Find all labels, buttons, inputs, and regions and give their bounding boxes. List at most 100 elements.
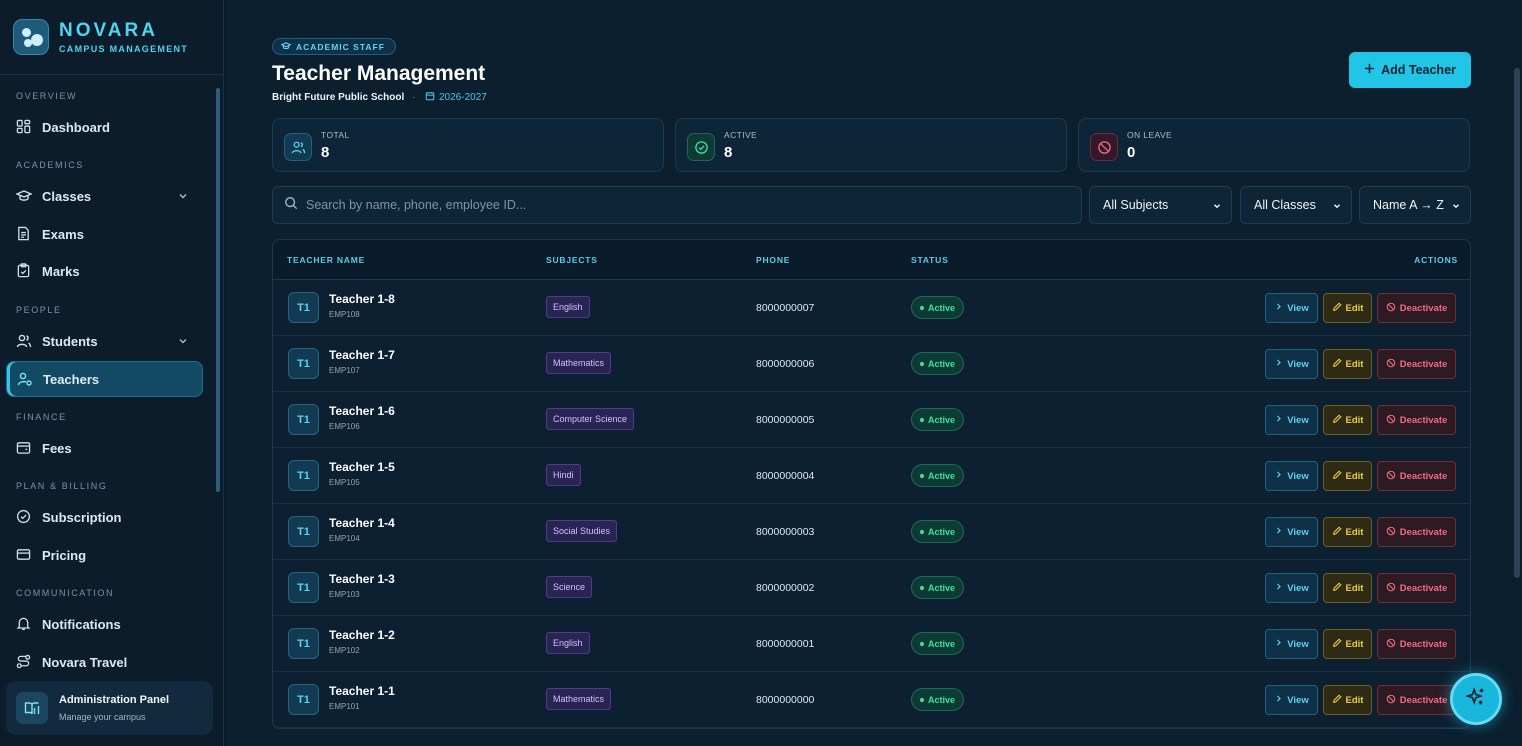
stat-value: 0: [1127, 144, 1136, 161]
sidebar-item-subscription[interactable]: Subscription: [6, 499, 203, 535]
column-header-name[interactable]: TEACHER NAME: [287, 255, 365, 265]
view-button[interactable]: View: [1265, 461, 1318, 491]
sidebar-item-label: Subscription: [42, 509, 122, 525]
deactivate-button[interactable]: Deactivate: [1377, 405, 1456, 435]
column-header-status[interactable]: STATUS: [911, 255, 949, 265]
deactivate-button[interactable]: Deactivate: [1377, 517, 1456, 547]
chevron-right-icon: [1274, 358, 1283, 370]
class-filter-select[interactable]: All Classes: [1240, 186, 1352, 224]
subject-filter-select[interactable]: All Subjects: [1089, 186, 1232, 224]
admin-panel-card[interactable]: Administration Panel Manage your campus: [6, 681, 213, 735]
bell-icon: [16, 616, 32, 632]
view-button[interactable]: View: [1265, 685, 1318, 715]
ai-assistant-button[interactable]: [1450, 673, 1502, 725]
status-dot-icon: [919, 305, 924, 310]
sidebar-item-novara-travel[interactable]: Novara Travel: [6, 644, 203, 680]
edit-button[interactable]: Edit: [1323, 629, 1372, 659]
deactivate-button[interactable]: Deactivate: [1377, 293, 1456, 323]
sidebar-item-marks[interactable]: Marks: [6, 253, 203, 289]
deactivate-button[interactable]: Deactivate: [1377, 461, 1456, 491]
teacher-name: Teacher 1-5: [329, 460, 395, 474]
avatar: T1: [288, 516, 319, 547]
section-label-overview: OVERVIEW: [16, 91, 78, 101]
book-open-icon: [16, 692, 48, 724]
column-header-subjects[interactable]: SUBJECTS: [546, 255, 598, 265]
avatar: T1: [288, 684, 319, 715]
view-label: View: [1287, 582, 1309, 594]
sidebar-item-label: Classes: [42, 188, 92, 204]
edit-label: Edit: [1345, 302, 1364, 314]
pencil-icon: [1332, 413, 1342, 427]
graduation-cap-icon: [16, 188, 32, 204]
view-label: View: [1287, 526, 1309, 538]
employee-id: EMP103: [329, 590, 360, 599]
stat-label: ON LEAVE: [1127, 130, 1173, 140]
chevron-right-icon: [1274, 694, 1283, 706]
sidebar-item-students[interactable]: Students: [6, 323, 203, 359]
deactivate-label: Deactivate: [1399, 694, 1448, 706]
view-button[interactable]: View: [1265, 349, 1318, 379]
academic-year[interactable]: 2026-2027: [425, 91, 487, 104]
edit-button[interactable]: Edit: [1323, 461, 1372, 491]
credit-card-icon: [16, 547, 32, 563]
view-button[interactable]: View: [1265, 517, 1318, 547]
view-button[interactable]: View: [1265, 405, 1318, 435]
section-label-finance: FINANCE: [16, 412, 67, 422]
ban-icon: [1386, 526, 1396, 539]
page-scrollbar[interactable]: [1514, 68, 1520, 578]
edit-button[interactable]: Edit: [1323, 685, 1372, 715]
column-header-phone[interactable]: PHONE: [756, 255, 790, 265]
chevron-down-icon[interactable]: [177, 190, 189, 202]
avatar: T1: [288, 460, 319, 491]
section-label-communication: COMMUNICATION: [16, 588, 115, 598]
sidebar-item-exams[interactable]: Exams: [6, 216, 203, 252]
section-label-plan-billing: PLAN & BILLING: [16, 481, 108, 491]
sidebar-item-label: Exams: [42, 226, 84, 242]
view-label: View: [1287, 302, 1309, 314]
deactivate-label: Deactivate: [1399, 358, 1448, 370]
admin-panel-title: Administration Panel: [59, 694, 170, 706]
edit-button[interactable]: Edit: [1323, 517, 1372, 547]
view-button[interactable]: View: [1265, 573, 1318, 603]
status-dot-icon: [919, 417, 924, 422]
edit-button[interactable]: Edit: [1323, 349, 1372, 379]
table-row: T1 Teacher 1-6 EMP106 Computer Science 80000…: [273, 392, 1470, 448]
sidebar-item-pricing[interactable]: Pricing: [6, 537, 203, 573]
check-circle-icon: [687, 133, 715, 161]
deactivate-button[interactable]: Deactivate: [1377, 573, 1456, 603]
view-button[interactable]: View: [1265, 293, 1318, 323]
sidebar-item-fees[interactable]: Fees: [6, 430, 203, 466]
sidebar-item-notifications[interactable]: Notifications: [6, 606, 203, 642]
academic-year-label: 2026-2027: [439, 92, 487, 103]
sidebar-item-label: Marks: [42, 263, 80, 279]
sidebar-scrollbar[interactable]: [216, 88, 220, 492]
avatar: T1: [288, 292, 319, 323]
phone-number: 8000000007: [756, 302, 815, 314]
chevron-down-icon[interactable]: [177, 335, 189, 347]
sort-select[interactable]: Name A → Z: [1359, 186, 1471, 224]
status-badge: Active: [911, 688, 964, 711]
sidebar-item-dashboard[interactable]: Dashboard: [6, 109, 203, 145]
deactivate-label: Deactivate: [1399, 526, 1448, 538]
deactivate-button[interactable]: Deactivate: [1377, 629, 1456, 659]
search-input[interactable]: [306, 198, 1046, 212]
deactivate-button[interactable]: Deactivate: [1377, 349, 1456, 379]
edit-button[interactable]: Edit: [1323, 293, 1372, 323]
sidebar-item-teachers[interactable]: Teachers: [6, 361, 203, 397]
ban-icon: [1386, 470, 1396, 483]
edit-label: Edit: [1345, 638, 1364, 650]
status-label: Active: [927, 638, 955, 649]
add-teacher-button[interactable]: Add Teacher: [1349, 52, 1471, 88]
teacher-name: Teacher 1-7: [329, 348, 395, 362]
view-button[interactable]: View: [1265, 629, 1318, 659]
sidebar-item-classes[interactable]: Classes: [6, 178, 203, 214]
edit-button[interactable]: Edit: [1323, 405, 1372, 435]
search-icon: [284, 196, 298, 215]
deactivate-button[interactable]: Deactivate: [1377, 685, 1456, 715]
table-row: T1 Teacher 1-3 EMP103 Science 8000000002 Acti…: [273, 560, 1470, 616]
edit-button[interactable]: Edit: [1323, 573, 1372, 603]
chevron-down-icon: [1332, 200, 1342, 214]
view-label: View: [1287, 358, 1309, 370]
ban-icon: [1386, 302, 1396, 315]
search-box[interactable]: [272, 186, 1082, 224]
